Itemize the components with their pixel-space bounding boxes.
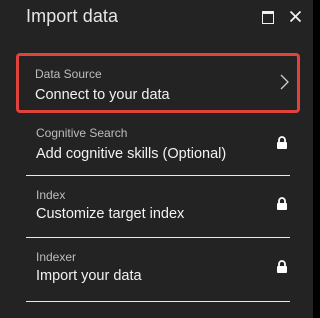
step-label: Add cognitive skills (Optional) <box>36 146 227 162</box>
step-label: Customize target index <box>36 206 185 222</box>
step-subtitle: Index <box>36 188 66 202</box>
step-subtitle: Cognitive Search <box>36 126 128 140</box>
step-label: Import your data <box>36 268 142 284</box>
step-subtitle: Data Source <box>35 67 102 81</box>
lock-icon <box>276 260 288 274</box>
import-data-panel: Import data Data Source Connect to your … <box>0 0 313 318</box>
lock-icon <box>276 197 288 211</box>
chevron-right-icon <box>280 74 289 95</box>
lock-icon <box>276 136 288 150</box>
step-subtitle: Indexer <box>36 250 77 264</box>
step-cognitive-search[interactable]: Cognitive Search Add cognitive skills (O… <box>26 118 290 176</box>
panel-header: Import data <box>0 0 313 36</box>
step-index[interactable]: Index Customize target index <box>26 182 290 238</box>
maximize-button[interactable] <box>260 9 276 25</box>
step-label: Connect to your data <box>35 87 170 103</box>
close-button[interactable] <box>288 9 304 25</box>
step-indexer[interactable]: Indexer Import your data <box>26 244 290 302</box>
step-data-source[interactable]: Data Source Connect to your data <box>16 53 300 113</box>
panel-title: Import data <box>26 6 119 26</box>
